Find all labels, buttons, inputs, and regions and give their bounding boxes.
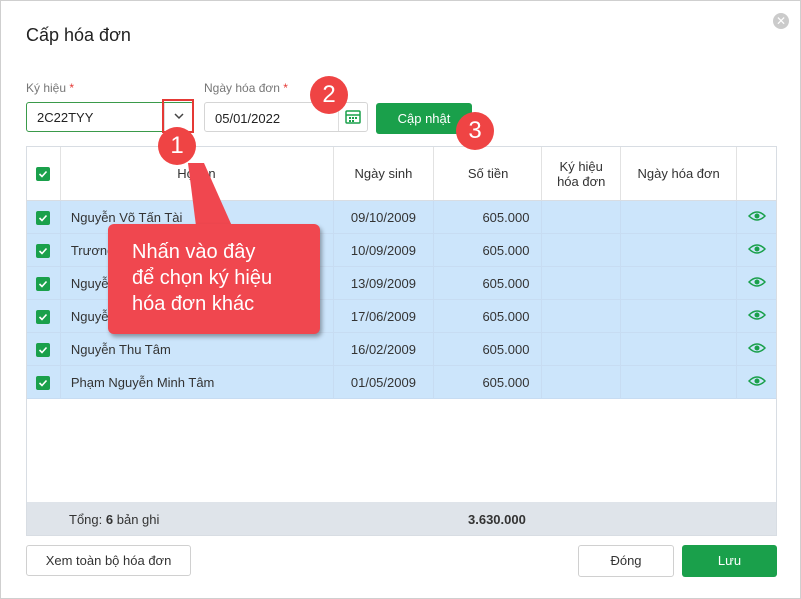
step-badge-2: 2: [310, 76, 348, 114]
row-checkbox[interactable]: [27, 365, 61, 399]
cell-invoice-date: [620, 299, 738, 333]
close-button[interactable]: Đóng: [578, 545, 674, 577]
cell-amount: 605.000: [433, 365, 543, 399]
row-checkbox[interactable]: [27, 299, 61, 333]
cell-symbol: [541, 266, 621, 300]
cell-invoice-date: [620, 365, 738, 399]
cell-invoice-date: [620, 200, 738, 234]
row-checkbox[interactable]: [27, 266, 61, 300]
close-icon[interactable]: ✕: [773, 13, 789, 29]
table-row[interactable]: Nguyễn Thu Tâm 16/02/2009 605.000: [27, 332, 776, 366]
date-value: 05/01/2022: [215, 111, 281, 126]
header-invoice-date: Ngày hóa đơn: [620, 147, 738, 201]
cell-dob: 17/06/2009: [333, 299, 434, 333]
header-amount: Số tiền: [433, 147, 543, 201]
row-checkbox[interactable]: [27, 233, 61, 267]
cell-dob: 10/09/2009: [333, 233, 434, 267]
date-label: Ngày hóa đơn *: [204, 81, 288, 95]
eye-icon[interactable]: [736, 332, 776, 366]
cell-amount: 605.000: [433, 332, 543, 366]
cell-amount: 605.000: [433, 233, 543, 267]
cell-symbol: [541, 233, 621, 267]
cell-dob: 13/09/2009: [333, 266, 434, 300]
cell-symbol: [541, 299, 621, 333]
eye-icon[interactable]: [736, 200, 776, 234]
total-amount: 3.630.000: [468, 512, 526, 527]
eye-icon[interactable]: [736, 266, 776, 300]
header-name: Họ tên: [60, 147, 335, 201]
save-button[interactable]: Lưu: [682, 545, 777, 577]
row-checkbox[interactable]: [27, 200, 61, 234]
table-row[interactable]: Phạm Nguyễn Minh Tâm 01/05/2009 605.000: [27, 365, 776, 399]
step-badge-1: 1: [158, 127, 196, 165]
row-checkbox[interactable]: [27, 332, 61, 366]
cell-symbol: [541, 200, 621, 234]
cell-name: Nguyễn Thu Tâm: [60, 332, 335, 366]
cell-name: Phạm Nguyễn Minh Tâm: [60, 365, 335, 399]
eye-icon[interactable]: [736, 365, 776, 399]
header-actions: [736, 147, 776, 201]
symbol-value: 2C22TYY: [37, 110, 94, 125]
cell-amount: 605.000: [433, 200, 543, 234]
step-badge-3: 3: [456, 112, 494, 150]
eye-icon[interactable]: [736, 299, 776, 333]
grid-footer: Tổng: 6 bản ghi 3.630.000: [27, 502, 776, 535]
cell-amount: 605.000: [433, 299, 543, 333]
cell-amount: 605.000: [433, 266, 543, 300]
select-all-checkbox[interactable]: [27, 147, 61, 201]
header-dob: Ngày sinh: [333, 147, 434, 201]
dialog-title: Cấp hóa đơn: [26, 25, 131, 45]
cell-dob: 16/02/2009: [333, 332, 434, 366]
cell-invoice-date: [620, 266, 738, 300]
cell-invoice-date: [620, 332, 738, 366]
eye-icon[interactable]: [736, 233, 776, 267]
cell-symbol: [541, 332, 621, 366]
cell-dob: 01/05/2009: [333, 365, 434, 399]
view-all-invoices-button[interactable]: Xem toàn bộ hóa đơn: [26, 545, 191, 576]
cell-invoice-date: [620, 233, 738, 267]
total-records: Tổng: 6 bản ghi: [69, 512, 160, 527]
header-symbol: Ký hiệu hóa đơn: [541, 147, 621, 201]
student-grid: Họ tên Ngày sinh Số tiền Ký hiệu hóa đơn …: [26, 146, 777, 536]
annotation-callout: Nhấn vào đây để chọn ký hiệu hóa đơn khá…: [108, 224, 320, 334]
cell-symbol: [541, 365, 621, 399]
symbol-label: Ký hiệu *: [26, 81, 75, 95]
cell-dob: 09/10/2009: [333, 200, 434, 234]
